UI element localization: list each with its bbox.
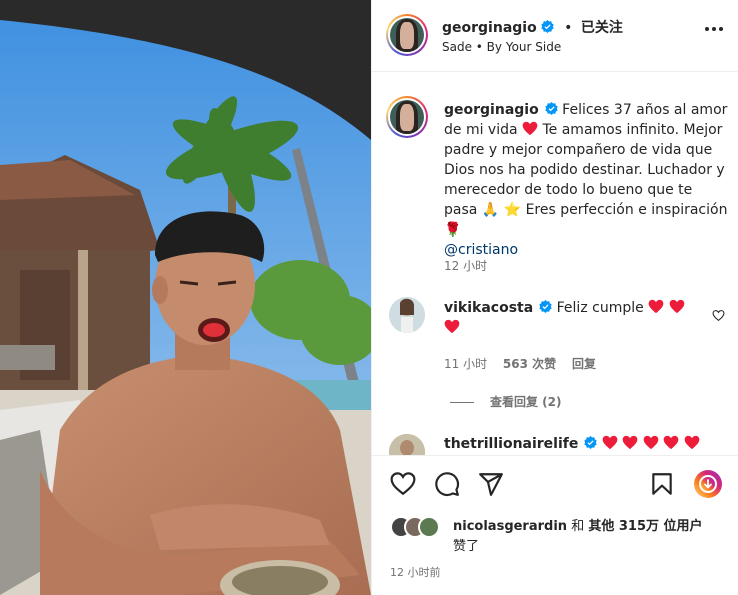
more-options-icon[interactable] (705, 27, 723, 31)
rose-emoji-icon: 🌹 (444, 222, 462, 238)
audio-track-link[interactable]: Sade • By Your Side (442, 40, 561, 54)
comment-meta: 11 小时 563 次赞 回复 (444, 355, 608, 372)
verified-icon (539, 300, 552, 313)
view-replies-label: 查看回复 (2) (490, 395, 562, 409)
caption-text-3: Eres perfección e inspiración (525, 202, 728, 218)
caption-username[interactable]: georginagio (444, 102, 539, 118)
comment-icon[interactable] (434, 471, 460, 497)
star-emoji-icon: ⭐ (503, 202, 522, 218)
comment-username[interactable]: thetrillionairelife (444, 436, 578, 452)
share-icon[interactable] (478, 471, 504, 497)
liked-by-avatars[interactable] (390, 516, 460, 540)
red-heart-emoji-icon (643, 435, 659, 450)
comment-like-count[interactable]: 563 次赞 (503, 357, 556, 371)
comment: thetrillionairelife (444, 434, 729, 454)
save-icon[interactable] (649, 471, 675, 497)
red-heart-emoji-icon (522, 121, 538, 136)
red-heart-emoji-icon (663, 435, 679, 450)
mention-link[interactable]: @cristiano (444, 242, 518, 258)
post-photo[interactable] (0, 0, 371, 595)
caption: georginagio Felices 37 años al amor de m… (444, 100, 729, 260)
likes-others[interactable]: 其他 315万 位用户 (588, 519, 702, 534)
reels-play-icon[interactable] (693, 469, 723, 499)
heart-icon[interactable] (390, 471, 416, 497)
red-heart-emoji-icon (622, 435, 638, 450)
commenter-avatar[interactable] (389, 434, 425, 455)
liker-username[interactable]: nicolasgerardin (453, 519, 567, 534)
red-heart-emoji-icon (648, 299, 664, 314)
liked-by-summary[interactable]: nicolasgerardin 和 其他 315万 位用户 赞了 (453, 517, 723, 557)
verified-icon (545, 102, 558, 115)
caption-time[interactable]: 12 小时 (444, 259, 487, 273)
caption-author-avatar[interactable] (386, 96, 428, 138)
commenter-avatar[interactable] (389, 297, 425, 333)
author-username[interactable]: georginagio (442, 20, 537, 36)
verified-icon (541, 20, 554, 33)
comment-text: Feliz cumple (556, 300, 644, 316)
comment-time[interactable]: 11 小时 (444, 357, 487, 371)
replies-divider (450, 402, 474, 403)
post-header: georginagio • 已关注 Sade • By Your Side (372, 0, 738, 72)
header-user-line: georginagio • 已关注 (442, 17, 623, 37)
reply-button[interactable]: 回复 (572, 357, 596, 371)
likes-suffix: 赞了 (453, 539, 480, 554)
liker-avatar (418, 516, 440, 538)
post-detail-panel: georginagio • 已关注 Sade • By Your Side ge… (371, 0, 738, 595)
red-heart-emoji-icon (602, 435, 618, 450)
follow-status-button[interactable]: 已关注 (581, 20, 623, 36)
red-heart-emoji-icon (684, 435, 699, 450)
comment: vikikacosta Feliz cumple (444, 298, 729, 338)
comments-list[interactable]: georginagio Felices 37 años al amor de m… (372, 73, 738, 455)
pray-emoji-icon: 🙏 (481, 202, 500, 218)
likes-connector: 和 (571, 519, 585, 534)
red-heart-emoji-icon (669, 299, 684, 314)
verified-icon (584, 436, 598, 449)
view-replies-button[interactable]: 查看回复 (2) (444, 393, 562, 410)
separator-dot: • (564, 20, 573, 36)
post-timestamp[interactable]: 12 小时前 (390, 564, 441, 580)
comment-like-icon[interactable] (712, 309, 725, 322)
author-avatar[interactable] (386, 14, 428, 56)
comment-username[interactable]: vikikacosta (444, 300, 533, 316)
caption-meta: 12 小时 (444, 257, 499, 274)
red-heart-emoji-icon (444, 319, 460, 334)
post-photo-illustration (0, 0, 371, 595)
